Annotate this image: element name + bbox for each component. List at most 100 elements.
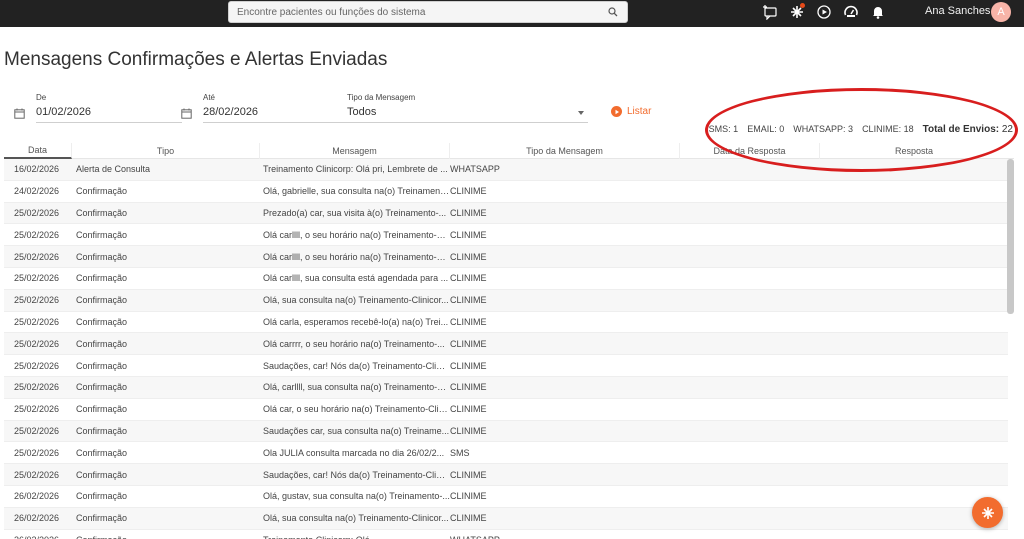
cell-data: 25/02/2026 (14, 251, 60, 262)
messages-table: Data Tipo Mensagem Tipo da Mensagem Data… (4, 143, 1014, 539)
table-row[interactable]: 25/02/2026 Confirmação Prezado(a) car, sua… (4, 202, 1008, 225)
clinicorp-star-icon[interactable] (787, 2, 806, 21)
cell-tipo: Confirmação (76, 186, 128, 197)
cell-mensagem: Prezado(a) car, sua visita à(o) Treiname… (263, 207, 447, 218)
listar-label: Listar (627, 106, 652, 117)
cell-mensagem: Olá carla, esperamos recebê-lo(a) na(o) … (263, 316, 449, 327)
cell-tipo-mensagem: CLINIME (450, 491, 487, 502)
cell-tipo-mensagem: CLINIME (450, 404, 487, 415)
listar-button[interactable]: Listar (611, 106, 651, 117)
table-scrollbar[interactable] (1007, 159, 1014, 314)
chat-add-icon[interactable] (760, 2, 779, 21)
notification-dot-icon (800, 3, 805, 8)
table-row[interactable]: 25/02/2026 Confirmação Olá car, o seu horá… (4, 399, 1008, 421)
cell-data: 16/02/2026 (14, 164, 60, 175)
column-header-data[interactable]: Data (4, 143, 72, 159)
cell-tipo: Confirmação (76, 273, 128, 284)
table-row[interactable]: 25/02/2026 Confirmação Saudações car, sua … (4, 420, 1008, 443)
cell-mensagem: Olá, gabrielle, sua consulta na(o) Trein… (263, 186, 450, 197)
table-row[interactable]: 26/02/2026ConfirmaçãoTreinamento Clinico… (4, 530, 1008, 539)
column-header-data-resposta[interactable]: Data da Resposta (680, 143, 820, 159)
cell-tipo: Confirmação (76, 513, 128, 524)
total-email: EMAIL: 0 (747, 124, 785, 134)
chevron-down-icon[interactable] (578, 111, 584, 115)
message-type-label: Tipo da Mensagem (347, 93, 416, 102)
cell-tipo: Confirmação (76, 251, 128, 262)
cell-tipo: Confirmação (76, 491, 128, 502)
table-row[interactable]: 25/02/2026 Confirmação Olá carrrr, o seu h… (4, 333, 1008, 356)
table-row[interactable]: 25/02/2026 Confirmação Olá carla, esperamo… (4, 312, 1008, 334)
bell-icon[interactable] (868, 2, 887, 21)
cell-mensagem: Treinamento Clinicorp: Olá ... (260, 535, 450, 539)
cell-data: 25/02/2026 (14, 469, 60, 480)
user-name[interactable]: Ana Sanches (925, 5, 990, 17)
column-header-tipo-mensagem[interactable]: Tipo da Mensagem (450, 143, 680, 159)
cell-mensagem: Olá, sua consulta na(o) Treinamento-Clin… (263, 295, 449, 306)
date-to-underline (203, 122, 349, 123)
cell-tipo-mensagem: CLINIME (450, 207, 487, 218)
cell-tipo: Confirmação (76, 447, 128, 458)
cell-tipo-mensagem: CLINIME (450, 382, 487, 393)
message-type-underline (347, 122, 588, 123)
cell-mensagem: Olá car, o seu horário na(o) Treinamento… (263, 404, 450, 415)
table-row[interactable]: 25/02/2026 Confirmação Olá carllll, o seu … (4, 246, 1008, 268)
search-icon[interactable] (603, 2, 623, 22)
cell-tipo-mensagem: CLINIME (450, 273, 487, 284)
column-header-tipo[interactable]: Tipo (72, 143, 260, 159)
cell-mensagem: Olá, carllll, sua consulta na(o) Treinam… (263, 382, 450, 393)
cell-tipo: Confirmação (76, 382, 128, 393)
cell-tipo: Confirmação (72, 535, 260, 539)
date-to-value[interactable]: 28/02/2026 (203, 106, 258, 118)
date-to-label: Até (203, 93, 216, 102)
search-input[interactable] (229, 2, 603, 22)
page-title: Mensagens Confirmações e Alertas Enviada… (4, 49, 388, 70)
cell-mensagem: Olá carllll, o seu horário na(o) Treinam… (263, 229, 450, 240)
cell-data: 24/02/2026 (14, 186, 60, 197)
play-circle-icon[interactable] (814, 2, 833, 21)
total-envios: Total de Envios: 22 (923, 124, 1013, 135)
cell-tipo: Confirmação (76, 316, 128, 327)
table-row[interactable]: 25/02/2026 Confirmação Olá, carllll, sua c… (4, 376, 1008, 399)
table-row[interactable]: 25/02/2026 Confirmação Olá carllll, sua co… (4, 268, 1008, 290)
avatar[interactable]: A (991, 2, 1011, 22)
gauge-icon[interactable] (841, 2, 860, 21)
total-envios-label: Total de Envios: (922, 124, 1000, 135)
cell-data: 25/02/2026 (14, 229, 60, 240)
cell-data: 25/02/2026 (14, 360, 60, 371)
message-type-value[interactable]: Todos (347, 106, 376, 118)
cell-data: 25/02/2026 (14, 425, 60, 436)
cell-mensagem: Olá carrrr, o seu horário na(o) Treiname… (263, 338, 445, 349)
cell-data: 26/02/2026 (14, 513, 60, 524)
cell-data: 25/02/2026 (14, 338, 60, 349)
date-from-value[interactable]: 01/02/2026 (36, 106, 91, 118)
table-row[interactable]: 24/02/2026 Confirmação Olá, gabrielle, sua… (4, 181, 1008, 203)
clinicorp-fab-button[interactable] (972, 497, 1003, 528)
cell-tipo-mensagem: CLINIME (450, 425, 487, 436)
column-header-resposta[interactable]: Resposta (820, 143, 1008, 159)
cell-mensagem: Saudações, car! Nós da(o) Treinamento-Cl… (263, 469, 450, 480)
calendar-icon[interactable] (181, 108, 192, 119)
table-row[interactable]: 25/02/2026 Confirmação Ola JULIA consulta … (4, 442, 1008, 465)
cell-tipo-mensagem: CLINIME (450, 338, 487, 349)
cell-tipo: Confirmação (76, 404, 128, 415)
table-row[interactable]: 25/02/2026 Confirmação Saudações, car! Nós… (4, 355, 1008, 377)
table-row[interactable]: 26/02/2026 Confirmação Olá, gustav, sua co… (4, 486, 1008, 508)
table-row[interactable]: 25/02/2026 Confirmação Saudações, car! Nós… (4, 464, 1008, 486)
cell-data: 25/02/2026 (14, 207, 60, 218)
cell-data: 26/02/2026 (4, 535, 72, 539)
column-header-mensagem[interactable]: Mensagem (260, 143, 450, 159)
table-row[interactable]: 25/02/2026 Confirmação Olá carllll, o seu … (4, 224, 1008, 247)
cell-tipo-mensagem: SMS (450, 447, 470, 458)
table-row[interactable]: 16/02/2026 Alerta de Consulta Treinamento … (4, 159, 1008, 181)
table-row[interactable]: 25/02/2026 Confirmação Olá, sua consulta n… (4, 289, 1008, 312)
play-icon (611, 106, 622, 117)
cell-tipo-mensagem: CLINIME (450, 316, 487, 327)
total-whatsapp: WHATSAPP: 3 (793, 124, 854, 134)
cell-tipo: Confirmação (76, 295, 128, 306)
calendar-icon[interactable] (14, 108, 25, 119)
search-box[interactable] (228, 1, 628, 23)
table-row[interactable]: 26/02/2026 Confirmação Olá, sua consulta n… (4, 507, 1008, 530)
date-from-underline (36, 122, 182, 123)
top-icons (760, 2, 887, 21)
cell-tipo-mensagem: CLINIME (450, 186, 487, 197)
